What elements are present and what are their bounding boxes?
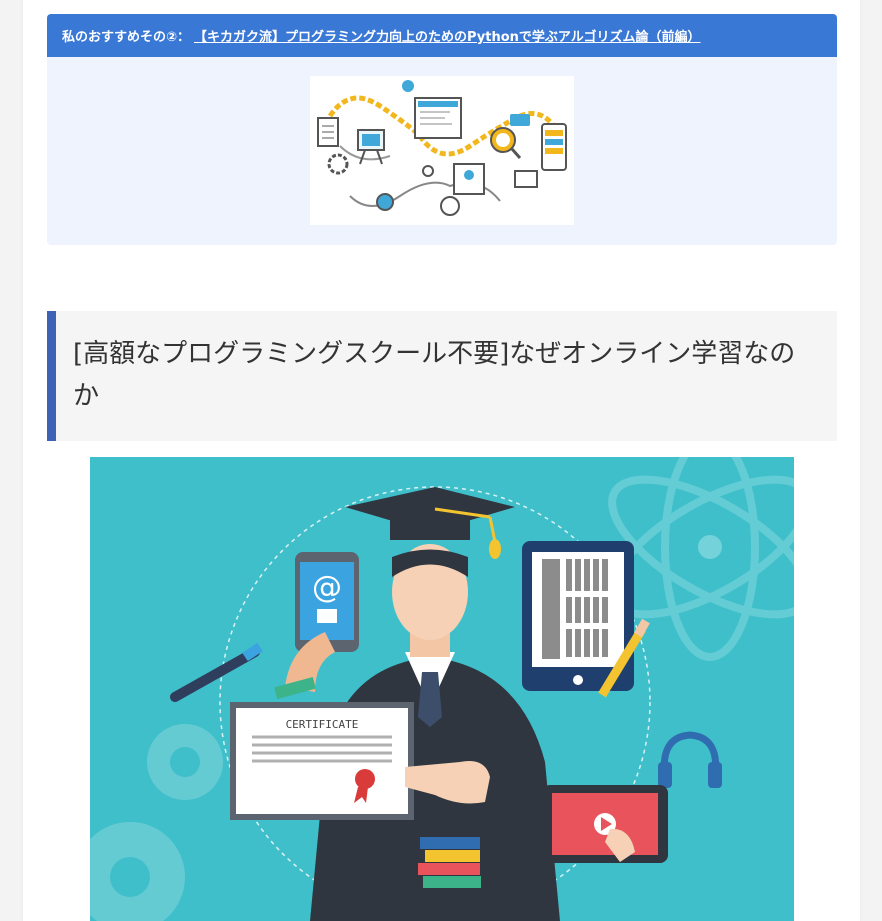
article-page: 私のおすすめその②： 【キカガク流】プログラミング力向上のためのPythonで学…	[23, 0, 860, 921]
recommend-box: 私のおすすめその②： 【キカガク流】プログラミング力向上のためのPythonで学…	[47, 14, 837, 245]
recommend-prefix: 私のおすすめその②：	[62, 30, 191, 45]
algorithm-illustration	[317, 80, 567, 216]
recommend-thumbnail[interactable]	[310, 76, 574, 225]
gear-icon	[90, 724, 223, 921]
section-heading-text: [高額なプログラミングスクール不要]なぜオンライン学習なのか	[73, 339, 796, 411]
recommend-link[interactable]: 【キカガク流】プログラミング力向上のためのPythonで学ぶアルゴリズム論（前編…	[194, 26, 701, 45]
recommend-title-bar: 私のおすすめその②： 【キカガク流】プログラミング力向上のためのPythonで学…	[47, 14, 837, 57]
phone-at-symbol: @	[312, 570, 342, 605]
certificate-title: CERTIFICATE	[286, 718, 359, 731]
section-heading: [高額なプログラミングスクール不要]なぜオンライン学習なのか	[47, 311, 837, 441]
online-learning-illustration: @ CERTIFICATE	[90, 457, 794, 921]
hero-image: @ CERTIFICATE	[90, 457, 794, 921]
